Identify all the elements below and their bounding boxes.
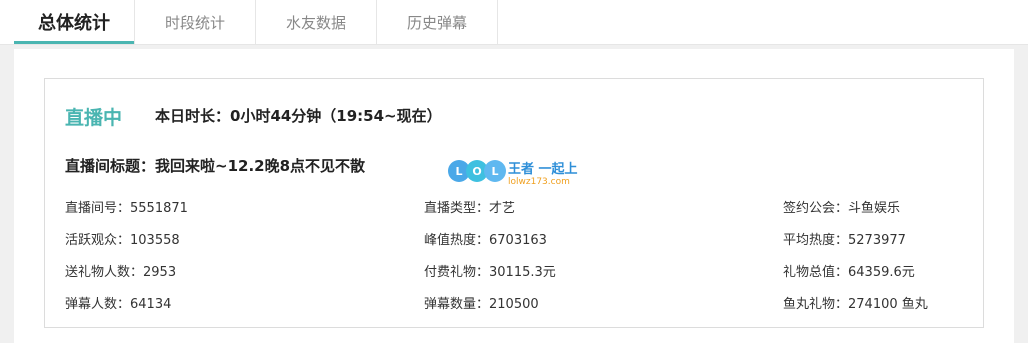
stat-stream-type: 直播类型：才艺	[424, 201, 516, 216]
stat-danmaku-count: 弹幕数量：210500	[424, 297, 539, 312]
watermark-logo: L O L 王者 一起上 lolwz173.com	[448, 156, 588, 192]
stat-guild: 签约公会：斗鱼娱乐	[783, 201, 901, 216]
stat-room-number: 直播间号：5551871	[65, 201, 188, 216]
stat-gift-senders: 送礼物人数：2953	[65, 265, 177, 280]
tab-bar: 总体统计 时段统计 水友数据 历史弹幕	[0, 0, 1028, 45]
watermark-letter-l2: L	[484, 160, 506, 182]
tab-overall-stats[interactable]: 总体统计	[14, 0, 135, 44]
stat-peak-heat: 峰值热度：6703163	[424, 233, 547, 248]
stat-danmaku-users: 弹幕人数：64134	[65, 297, 172, 312]
stat-average-heat: 平均热度：5273977	[783, 233, 906, 248]
active-tab-indicator	[14, 41, 134, 44]
watermark-brand: 王者 一起上	[508, 162, 578, 177]
stat-fishball-gifts: 鱼丸礼物：274100 鱼丸	[783, 297, 928, 312]
tab-history-danmaku[interactable]: 历史弹幕	[377, 0, 498, 44]
stat-active-viewers: 活跃观众：103558	[65, 233, 180, 248]
room-title: 直播间标题：我回来啦~12.2晚8点不见不散	[65, 157, 366, 175]
tab-period-stats[interactable]: 时段统计	[135, 0, 256, 44]
today-duration: 本日时长：0小时44分钟（19:54~现在）	[155, 107, 442, 125]
stat-gift-total: 礼物总值：64359.6元	[783, 265, 915, 280]
watermark-url: lolwz173.com	[508, 177, 570, 187]
live-status-label: 直播中	[65, 107, 123, 129]
stat-paid-gifts: 付费礼物：30115.3元	[424, 265, 556, 280]
tab-fan-data[interactable]: 水友数据	[256, 0, 377, 44]
